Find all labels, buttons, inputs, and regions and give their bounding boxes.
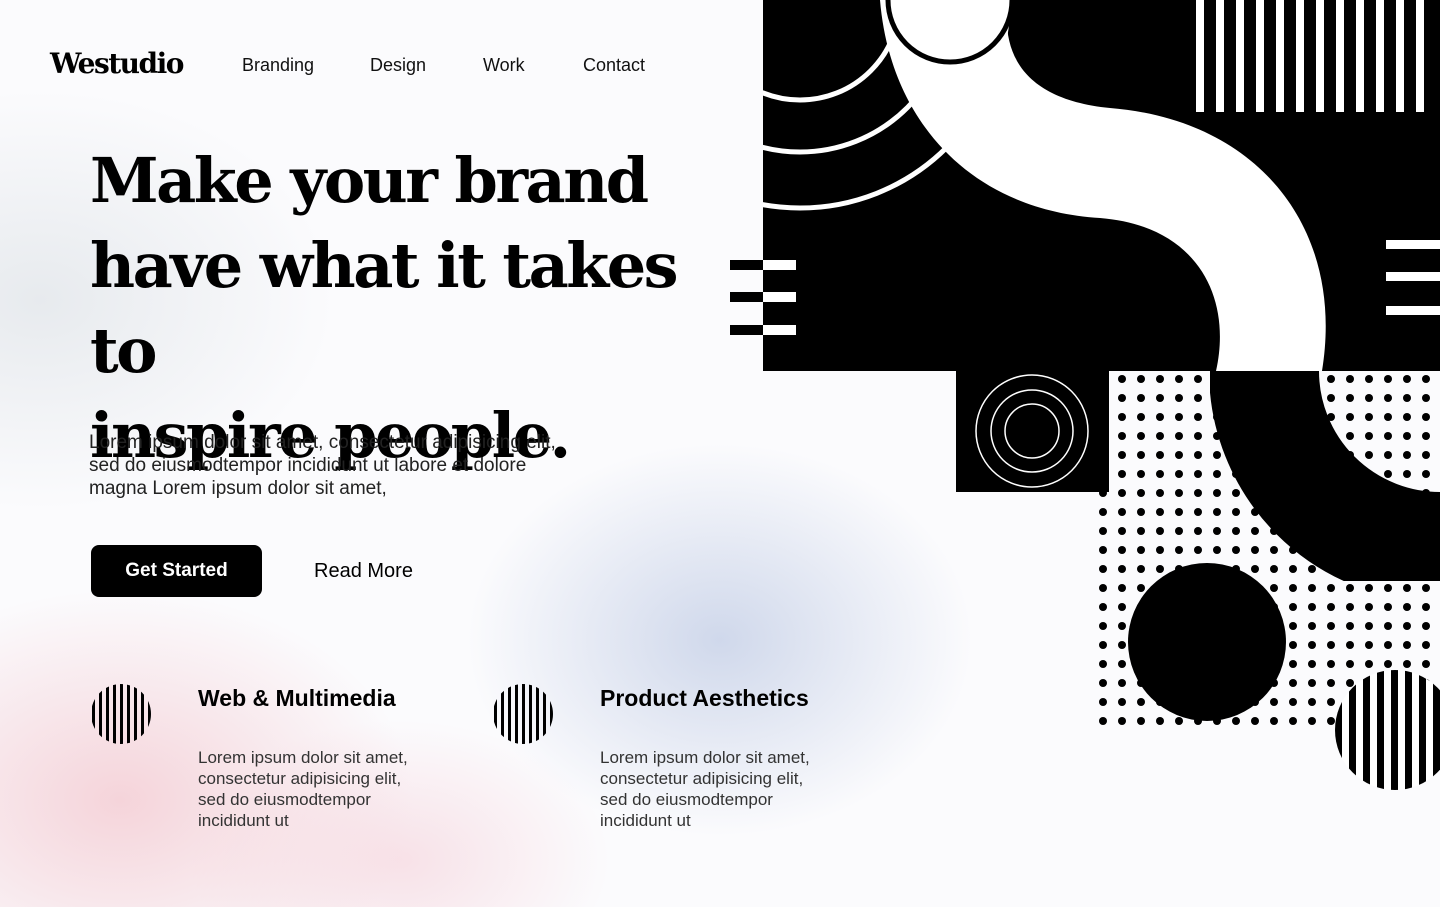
nav-item-work[interactable]: Work [483,54,525,76]
get-started-button[interactable]: Get Started [91,545,262,597]
brand-logo[interactable]: Westudio [50,44,184,84]
feature-description-line: consectetur adipisicing elit, [600,769,804,788]
black-circle [1128,563,1286,721]
striped-circle-icon [92,684,151,744]
feature-description-line: consectetur adipisicing elit, [198,769,402,788]
feature-description-line: Lorem ipsum dolor sit amet, [600,748,810,767]
hero-description-line: Lorem ipsum dolor sit amet, consectetur … [89,432,556,453]
feature-description: Lorem ipsum dolor sit amet, consectetur … [198,747,458,831]
feature-description: Lorem ipsum dolor sit amet, consectetur … [600,747,860,831]
read-more-link[interactable]: Read More [314,559,413,583]
hero-description-line: sed do eiusmodtempor incididunt ut labor… [89,455,527,476]
nav-item-branding[interactable]: Branding [242,54,314,76]
hero-description-line: magna Lorem ipsum dolor sit amet, [89,478,387,499]
feature-title: Web & Multimedia [198,685,396,711]
feature-description-line: incididunt ut [600,811,691,830]
feature-description-line: sed do eiusmodtempor [600,790,773,809]
hero-description: Lorem ipsum dolor sit amet, consectetur … [89,431,619,500]
striped-circle-icon [494,684,553,744]
feature-description-line: sed do eiusmodtempor [198,790,371,809]
feature-description-line: Lorem ipsum dolor sit amet, [198,748,408,767]
nav-item-contact[interactable]: Contact [583,54,645,76]
nav-item-design[interactable]: Design [370,54,426,76]
feature-title: Product Aesthetics [600,685,809,711]
hero-title-line: Make your brand [90,144,649,217]
black-square [956,371,1109,492]
hero-title: Make your brand have what it takes to in… [90,138,750,478]
feature-description-line: incididunt ut [198,811,289,830]
hero-title-line: have what it takes to [90,229,679,387]
